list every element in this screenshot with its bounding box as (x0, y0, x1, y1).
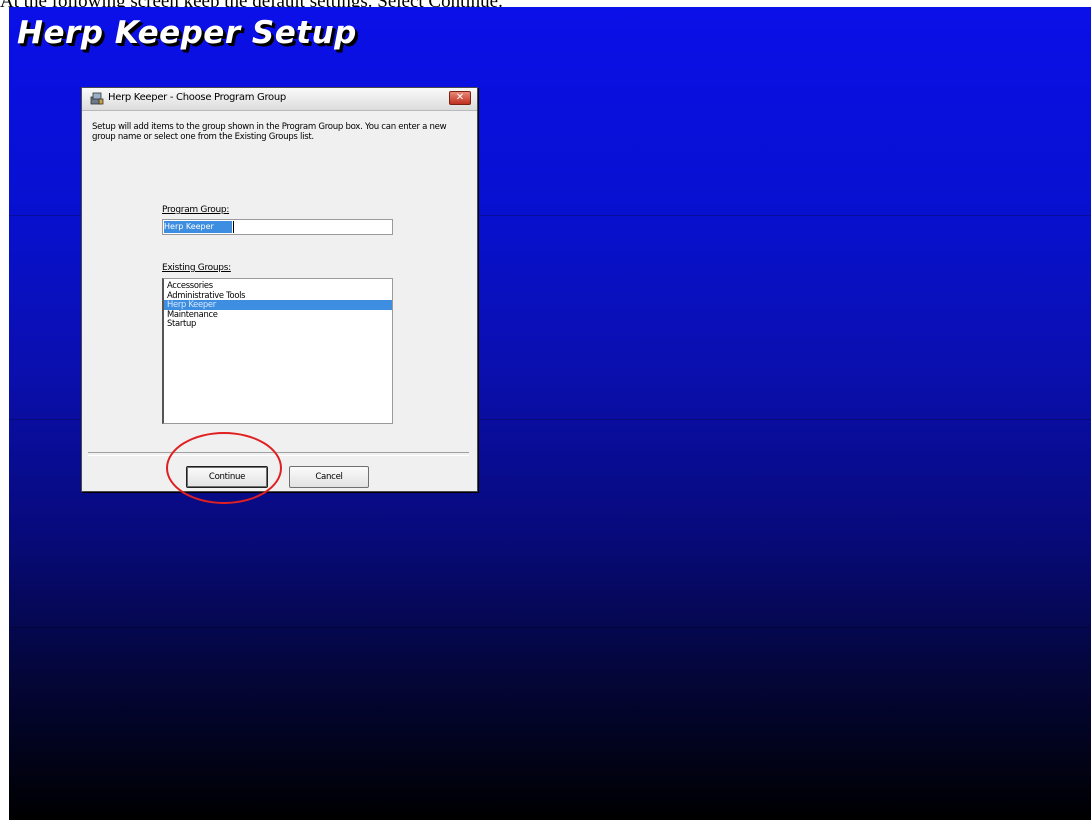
dialog-title: Herp Keeper - Choose Program Group (108, 92, 286, 103)
background-band-line (9, 627, 1091, 628)
continue-button[interactable]: Continue (186, 466, 268, 488)
existing-groups-list[interactable]: Accessories Administrative Tools Herp Ke… (162, 278, 393, 424)
existing-groups-label: Existing Groups: (162, 263, 231, 273)
list-item[interactable]: Startup (164, 318, 392, 329)
dialog-titlebar[interactable]: Herp Keeper - Choose Program Group ✕ (82, 88, 477, 111)
choose-program-group-dialog: Herp Keeper - Choose Program Group ✕ Set… (81, 87, 478, 492)
text-caret (233, 221, 234, 233)
installer-title: Herp Keeper Setup (17, 15, 357, 51)
installer-background: Herp Keeper Setup Herp Keeper - Choose P… (9, 7, 1091, 820)
installer-app-icon (90, 92, 104, 105)
dialog-instructions: Setup will add items to the group shown … (92, 122, 447, 142)
program-group-label: Program Group: (162, 205, 230, 215)
list-item[interactable]: Maintenance (164, 309, 392, 320)
button-separator (88, 452, 469, 456)
cancel-button-label: Cancel (315, 472, 343, 482)
cancel-button[interactable]: Cancel (289, 466, 369, 488)
program-group-input[interactable]: Herp Keeper (162, 219, 393, 235)
continue-button-label: Continue (208, 472, 246, 482)
close-icon: ✕ (455, 92, 465, 103)
close-button[interactable]: ✕ (449, 91, 471, 105)
program-group-value: Herp Keeper (164, 221, 232, 233)
